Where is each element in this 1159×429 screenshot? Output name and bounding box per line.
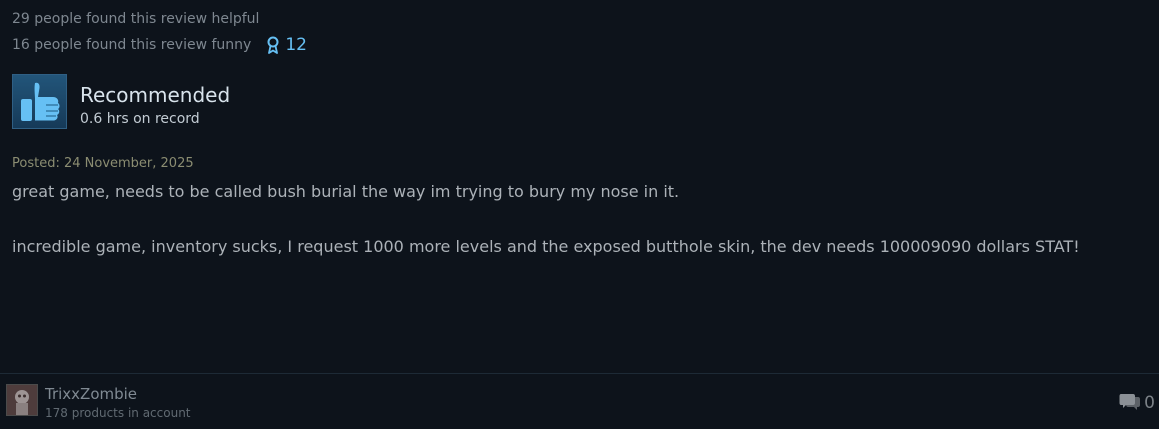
funny-row: 16 people found this review funny 12 — [12, 36, 307, 54]
award-count: 12 — [285, 34, 307, 55]
award-button[interactable]: 12 — [266, 36, 307, 54]
comments-button[interactable]: 0 — [1119, 393, 1155, 413]
thumbs-up-icon — [13, 75, 66, 128]
author-username[interactable]: TrixxZombie — [45, 385, 137, 403]
funny-count-text: 16 people found this review funny — [12, 36, 252, 53]
review-text-line-2: incredible game, inventory sucks, I requ… — [12, 237, 1080, 256]
comment-count: 0 — [1144, 393, 1155, 413]
author-products-count: 178 products in account — [45, 406, 191, 420]
award-ribbon-icon — [266, 36, 285, 54]
review-footer: TrixxZombie 178 products in account 0 — [0, 373, 1159, 429]
hours-on-record: 0.6 hrs on record — [80, 111, 200, 127]
avatar[interactable] — [6, 384, 38, 416]
comment-bubbles-icon — [1119, 393, 1144, 413]
posted-date: Posted: 24 November, 2025 — [12, 156, 194, 171]
helpful-count-text: 29 people found this review helpful — [12, 11, 260, 27]
review-text-line-1: great game, needs to be called bush buri… — [12, 182, 680, 201]
review-verdict[interactable]: Recommended — [80, 84, 230, 107]
recommended-thumb[interactable] — [12, 74, 67, 129]
review-card: 29 people found this review helpful 16 p… — [0, 0, 1159, 429]
